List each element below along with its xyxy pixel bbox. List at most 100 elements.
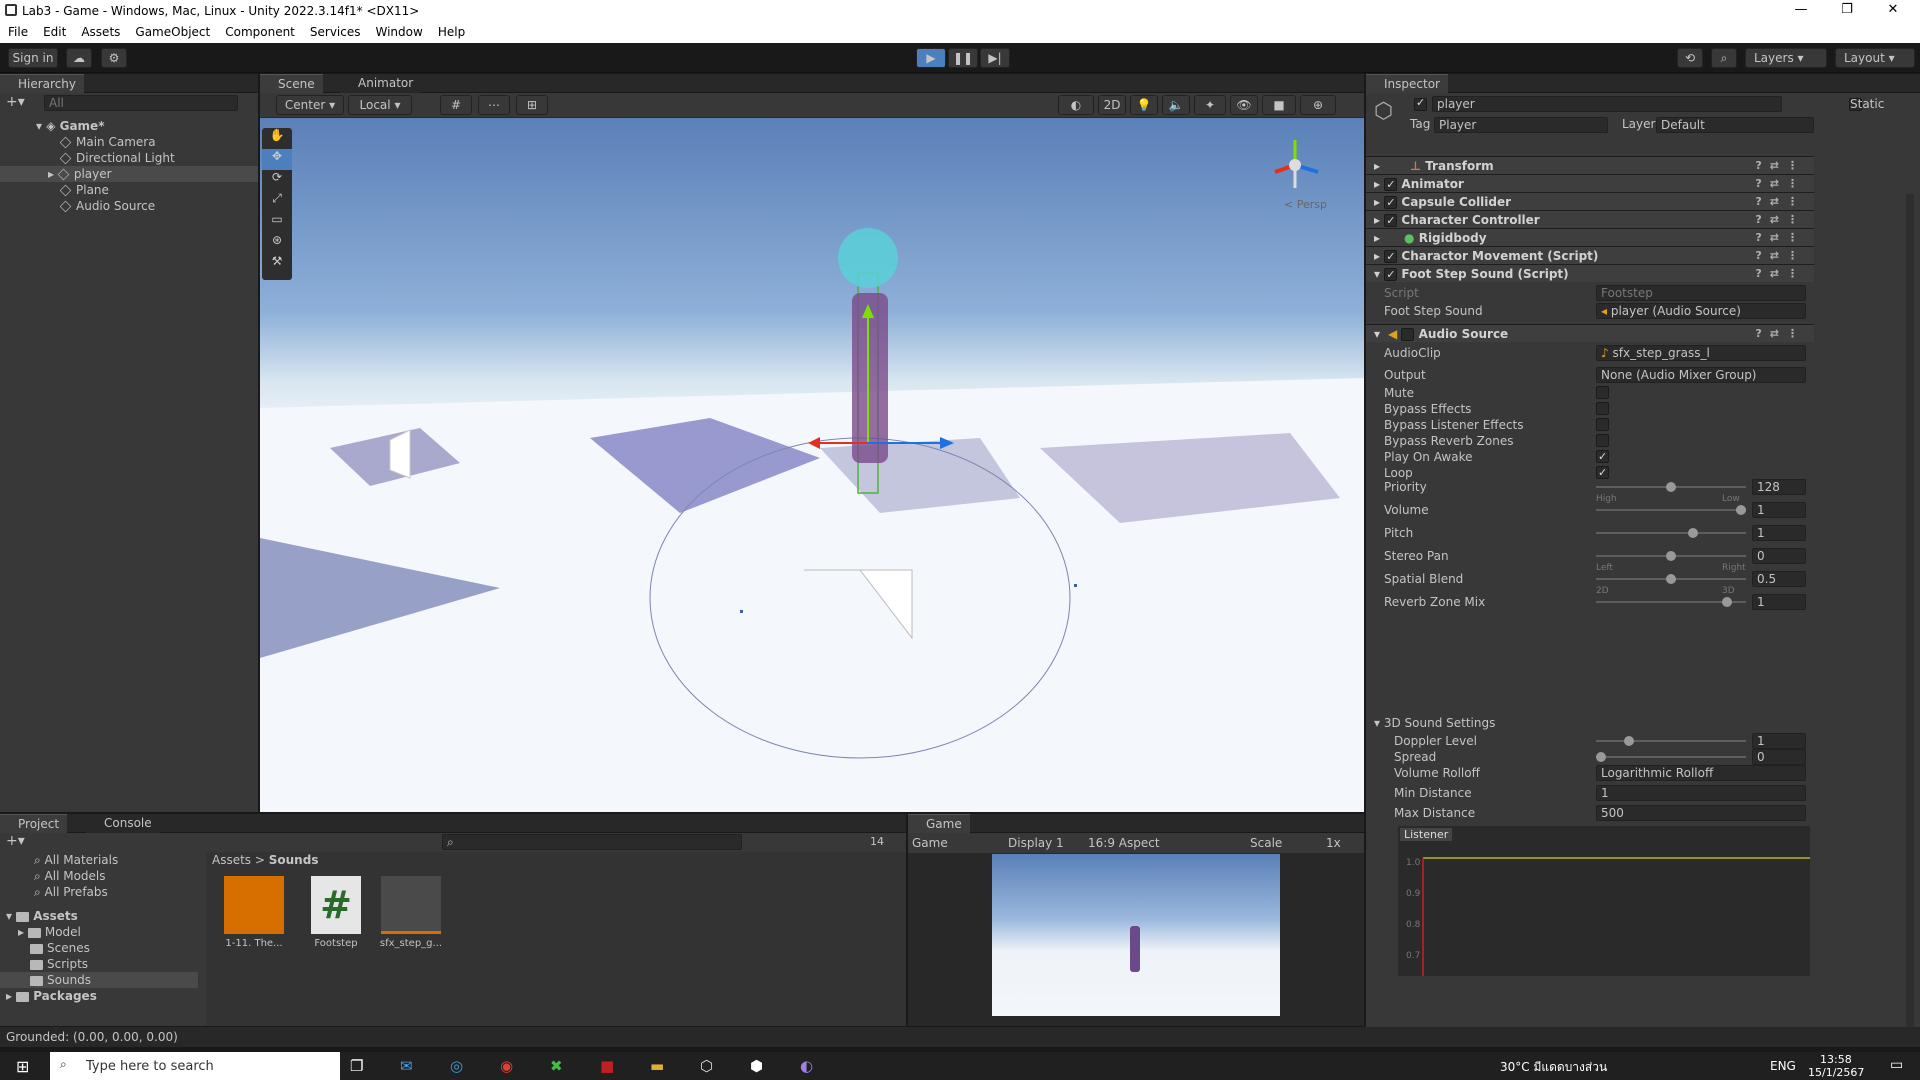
component-transform[interactable]: ▸ ⊥ Transform ?⇄⋮: [1366, 156, 1814, 174]
scale-tool-icon[interactable]: ⤢: [262, 191, 292, 212]
tab-console[interactable]: Console: [86, 814, 160, 833]
menu-services[interactable]: Services: [302, 22, 368, 39]
slider-value-field[interactable]: 1: [1752, 525, 1806, 541]
taskbar-search[interactable]: ⌕ Type here to search: [50, 1052, 340, 1080]
sound3d-header[interactable]: ▾ 3D Sound Settings: [1366, 714, 1814, 732]
component-menu-icon[interactable]: ?⇄⋮: [1755, 325, 1806, 343]
audioclip-field[interactable]: ♪ sfx_step_grass_l: [1596, 345, 1806, 361]
slider-value-field[interactable]: 1: [1752, 502, 1806, 518]
tab-game[interactable]: Game: [908, 814, 970, 833]
slider-track[interactable]: [1596, 752, 1746, 762]
game-viewport[interactable]: [992, 854, 1280, 1016]
hand-tool-icon[interactable]: ✋: [262, 128, 292, 149]
maximize-button[interactable]: ❐: [1824, 0, 1870, 22]
app-icon[interactable]: ■: [600, 1057, 614, 1075]
unity-editor-icon[interactable]: ⬢: [750, 1057, 763, 1075]
project-search-input[interactable]: ⌕: [442, 834, 742, 850]
menu-component[interactable]: Component: [217, 22, 302, 39]
history-icon[interactable]: ⟲: [1677, 48, 1703, 68]
audio-icon[interactable]: 🔈: [1162, 95, 1190, 115]
max-distance-field[interactable]: 500: [1596, 805, 1806, 821]
scene-root[interactable]: ▾ ◈ Game*: [36, 118, 104, 134]
tab-scene[interactable]: Scene: [260, 74, 323, 93]
close-button[interactable]: ✕: [1870, 0, 1916, 22]
slider-knob[interactable]: [1722, 597, 1732, 607]
transform-tool-icon[interactable]: ⊛: [262, 233, 292, 254]
component-enabled-checkbox[interactable]: [1384, 266, 1398, 284]
layout-dropdown[interactable]: Layout ▾: [1835, 48, 1915, 68]
hierarchy-search-input[interactable]: All: [44, 95, 238, 111]
favorite-item[interactable]: ⌕ All Models: [34, 868, 106, 884]
hierarchy-item[interactable]: Plane: [59, 182, 109, 198]
rect-tool-icon[interactable]: ▭: [262, 212, 292, 233]
layer-dropdown[interactable]: Default: [1656, 117, 1814, 133]
aspect-dropdown[interactable]: 16:9 Aspect: [1088, 836, 1160, 850]
slider-track[interactable]: [1596, 574, 1746, 584]
hierarchy-item-selected[interactable]: ▸ player: [0, 166, 258, 182]
status-text[interactable]: Grounded: (0.00, 0.00, 0.00): [6, 1030, 178, 1044]
component-menu-icon[interactable]: ?⇄⋮: [1755, 265, 1806, 283]
footstep-sound-field[interactable]: ◂ player (Audio Source): [1596, 303, 1806, 319]
hidden-objects-icon[interactable]: 👁: [1230, 95, 1258, 115]
unity-hub-icon[interactable]: ⬡: [700, 1057, 713, 1075]
tab-animator[interactable]: Animator: [340, 74, 422, 93]
slider-track[interactable]: [1596, 505, 1746, 515]
tab-inspector[interactable]: Inspector: [1366, 74, 1448, 93]
component-menu-icon[interactable]: ?⇄⋮: [1755, 175, 1806, 193]
slider-value-field[interactable]: 128: [1752, 479, 1806, 495]
folder-item-selected[interactable]: Sounds: [0, 972, 198, 988]
language-indicator[interactable]: ENG: [1770, 1059, 1796, 1073]
weather-text[interactable]: 30°C มีแดดบางส่วน: [1500, 1058, 1607, 1077]
grid-snap-icon[interactable]: #: [440, 95, 472, 115]
breadcrumb-item[interactable]: Assets: [212, 853, 251, 867]
folder-item[interactable]: Scripts: [30, 956, 88, 972]
pivot-dropdown[interactable]: Center ▾: [276, 95, 344, 115]
scale-value[interactable]: 1x: [1326, 836, 1341, 850]
assets-root[interactable]: ▾ Assets: [6, 908, 78, 924]
clock-time[interactable]: 13:58: [1820, 1053, 1852, 1066]
clock-date[interactable]: 15/1/2567: [1808, 1066, 1864, 1079]
create-icon[interactable]: +▾: [6, 833, 25, 849]
mode-2d-toggle[interactable]: 2D: [1098, 95, 1126, 115]
tab-project[interactable]: Project: [0, 814, 68, 833]
rotate-tool-icon[interactable]: ⟳: [262, 170, 292, 191]
menu-window[interactable]: Window: [368, 22, 430, 39]
space-dropdown[interactable]: Local ▾: [348, 95, 412, 115]
component-menu-icon[interactable]: ?⇄⋮: [1755, 157, 1806, 175]
hierarchy-item[interactable]: Main Camera: [59, 134, 156, 150]
snap-increment-icon[interactable]: ⋯: [478, 95, 510, 115]
slider-value-field[interactable]: 0: [1752, 749, 1806, 765]
tab-hierarchy[interactable]: Hierarchy: [0, 74, 85, 93]
component-rigidbody[interactable]: ▸ ● Rigidbody ?⇄⋮: [1366, 228, 1814, 246]
slider-knob[interactable]: [1666, 574, 1676, 584]
rolloff-graph[interactable]: Listener 1.0 0.9 0.8 0.7: [1398, 826, 1810, 976]
task-view-icon[interactable]: ❐: [350, 1057, 363, 1075]
component-charactor-movement[interactable]: ▸ Charactor Movement (Script)?⇄⋮: [1366, 246, 1814, 266]
orientation-gizmo-icon[interactable]: [1260, 130, 1330, 200]
inspector-scrollbar[interactable]: [1906, 194, 1914, 1034]
slider-knob[interactable]: [1596, 752, 1606, 762]
play-button[interactable]: ▶: [916, 48, 946, 68]
component-menu-icon[interactable]: ?⇄⋮: [1755, 193, 1806, 211]
component-capsule-collider[interactable]: ▸ Capsule Collider?⇄⋮: [1366, 192, 1814, 212]
menu-help[interactable]: Help: [430, 22, 472, 39]
slider-value-field[interactable]: 0: [1752, 548, 1806, 564]
component-menu-icon[interactable]: ?⇄⋮: [1755, 211, 1806, 229]
chrome-icon[interactable]: ◉: [500, 1057, 513, 1075]
file-item[interactable]: sfx_step_g...: [376, 876, 446, 949]
output-field[interactable]: None (Audio Mixer Group): [1596, 367, 1806, 383]
tag-dropdown[interactable]: Player: [1434, 117, 1608, 133]
slider-knob[interactable]: [1666, 551, 1676, 561]
slider-knob[interactable]: [1624, 736, 1634, 746]
scene-viewport[interactable]: ✋ ✥ ⟳ ⤢ ▭ ⊛ ⚒ < Persp: [260, 118, 1364, 812]
edge-icon[interactable]: ◎: [450, 1057, 463, 1075]
slider-knob[interactable]: [1666, 482, 1676, 492]
collab-icon[interactable]: ⚙: [101, 48, 127, 68]
minimize-button[interactable]: —: [1778, 0, 1824, 22]
game-mode-dropdown[interactable]: Game: [912, 836, 948, 850]
lighting-icon[interactable]: 💡: [1130, 95, 1158, 115]
menu-edit[interactable]: Edit: [35, 22, 73, 39]
object-name-field[interactable]: player: [1432, 96, 1782, 112]
slider-track[interactable]: [1596, 597, 1746, 607]
favorite-item[interactable]: ⌕ All Materials: [34, 852, 118, 868]
